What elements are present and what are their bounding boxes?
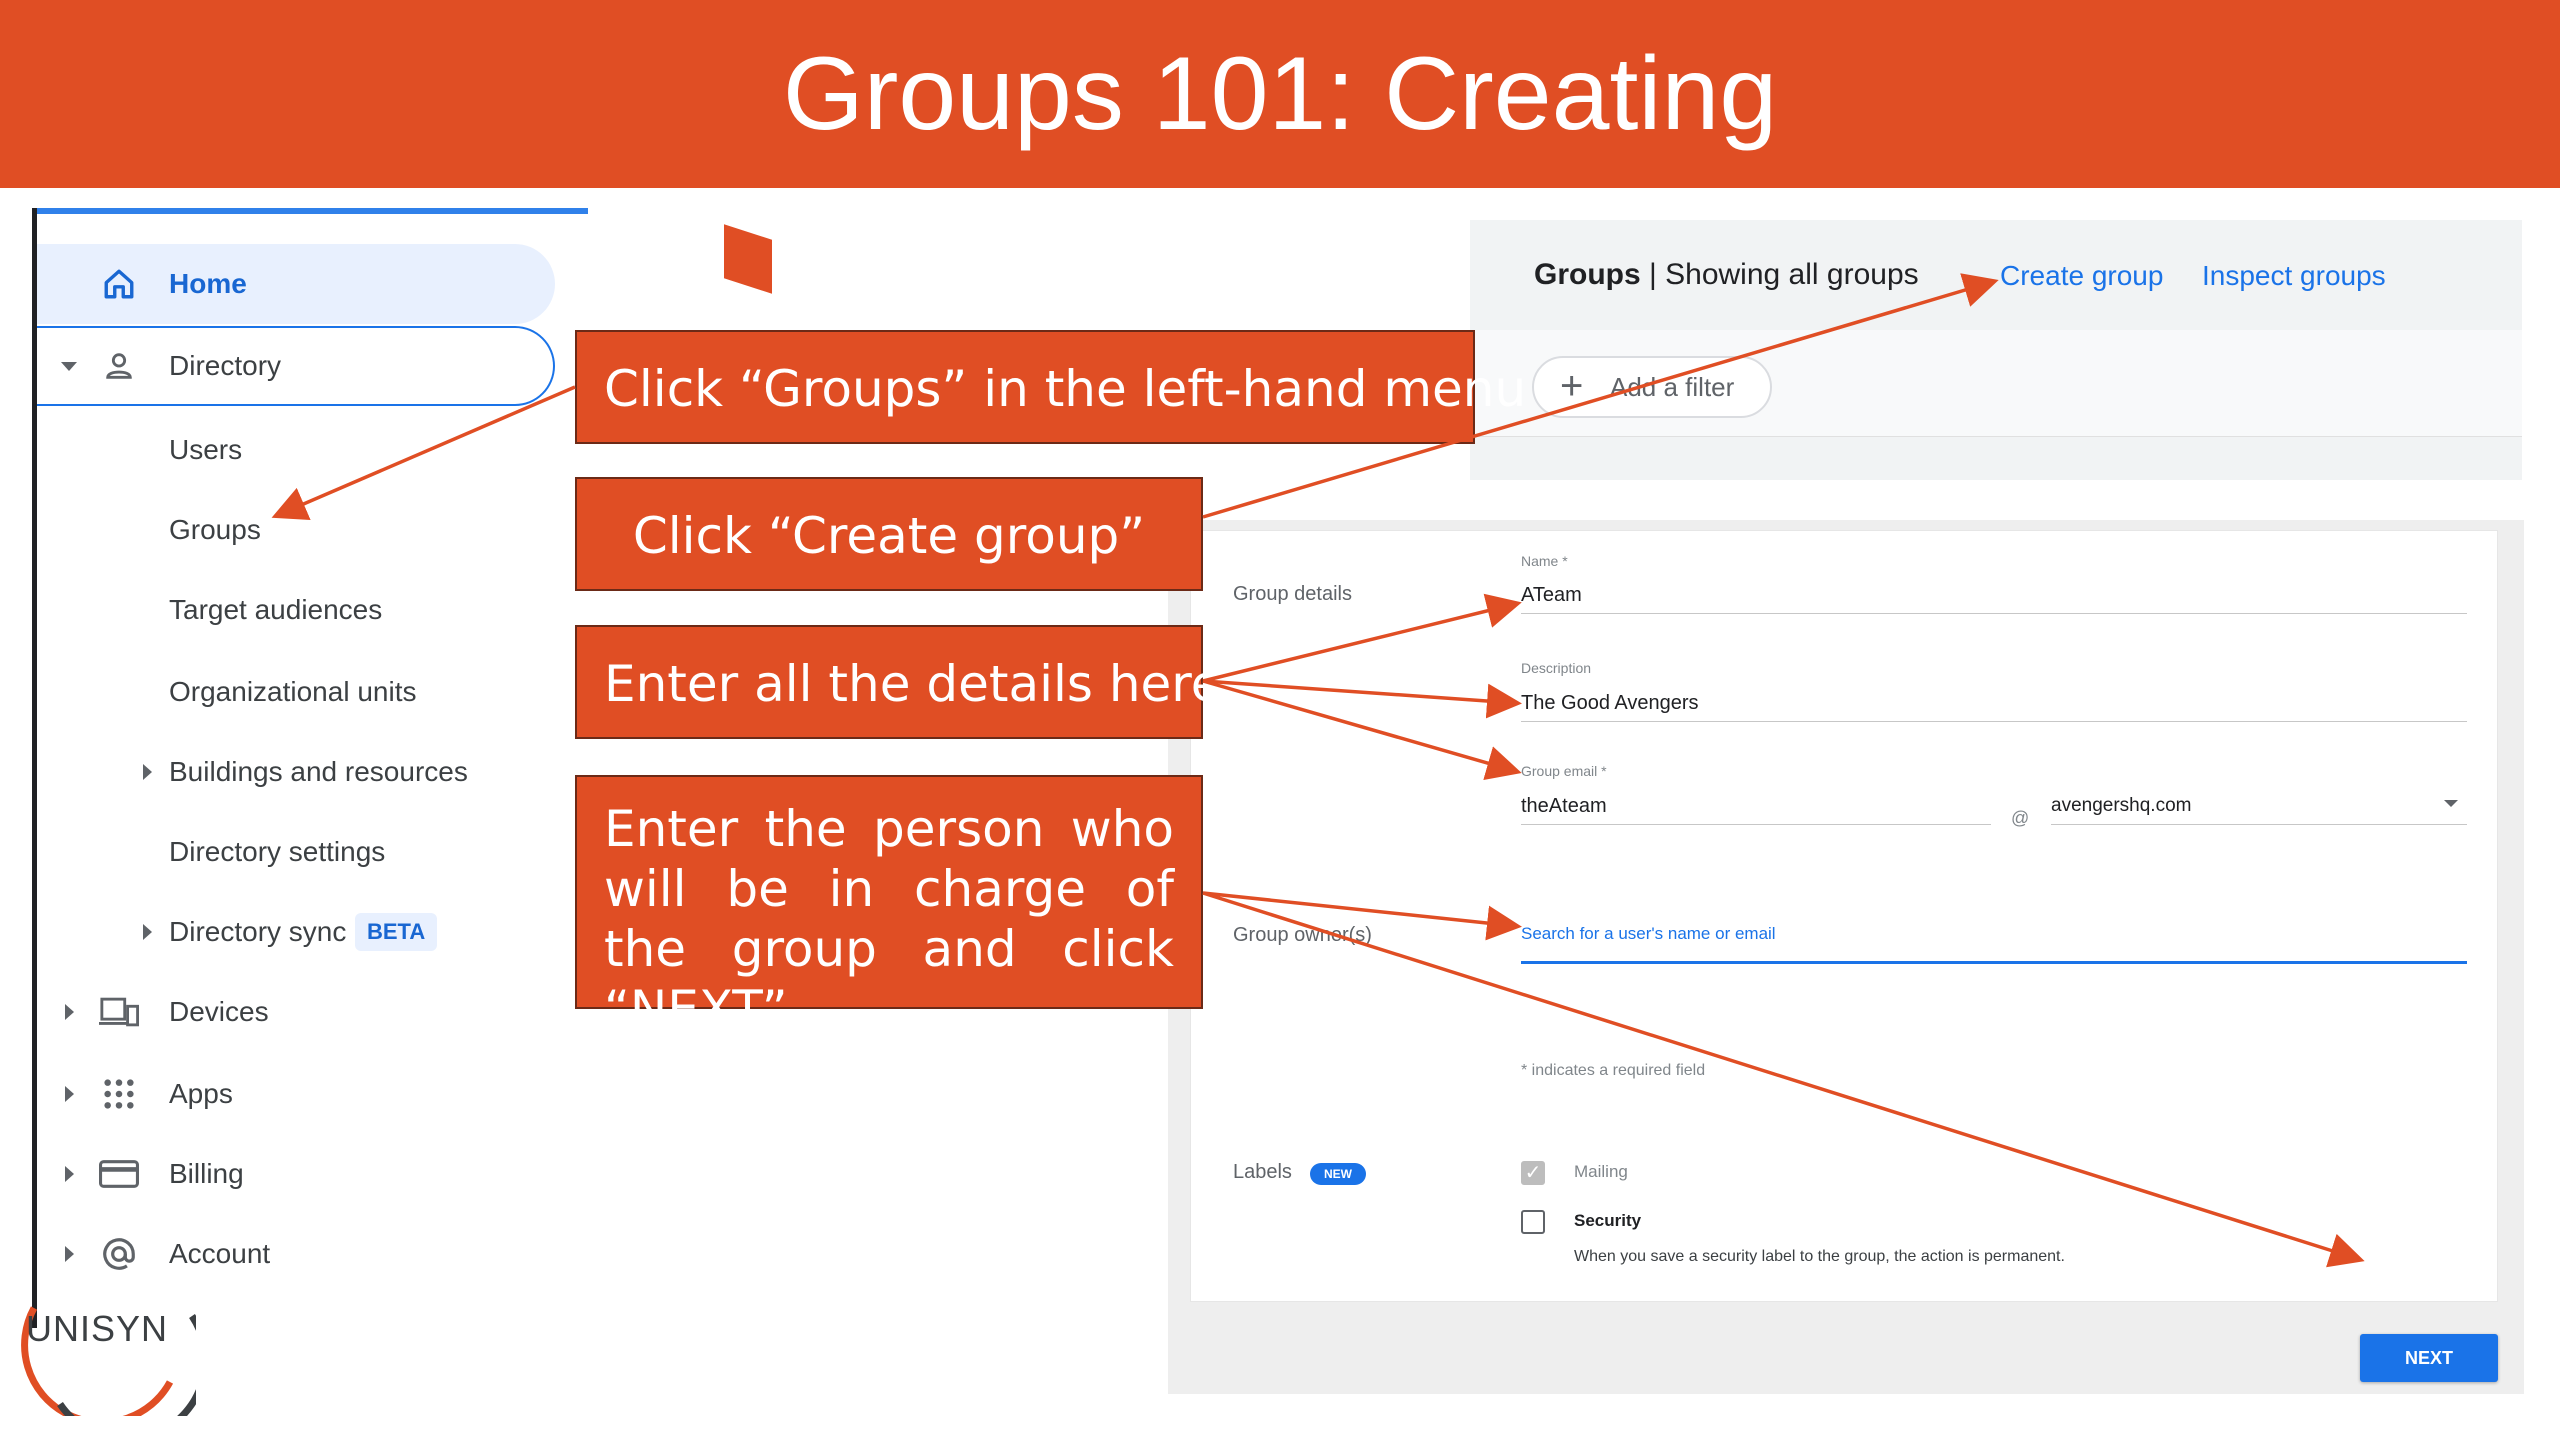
- group-email-field[interactable]: theAteam: [1521, 795, 1607, 818]
- sidebar-item-label: Users: [169, 434, 243, 465]
- sidebar-item-label: Groups: [169, 514, 261, 545]
- callout-enter-owner: Enter the person who will be in charge o…: [575, 775, 1203, 1038]
- group-email-field-label: Group email *: [1521, 763, 1607, 779]
- at-sign: @: [2011, 808, 2030, 828]
- add-filter-label: Add a filter: [1610, 372, 1735, 402]
- sidebar-item-label: Directory: [169, 350, 282, 381]
- sidebar-item-users[interactable]: Users: [37, 410, 555, 490]
- sidebar-item-label: Devices: [169, 996, 269, 1027]
- sidebar-item-home[interactable]: Home: [37, 244, 555, 324]
- sidebar-item-directory-sync[interactable]: Directory sync BETA: [37, 892, 555, 972]
- person-icon: [99, 346, 139, 386]
- group-details-heading: Group details: [1233, 583, 1352, 605]
- sidebar-item-organizational-units[interactable]: Organizational units: [37, 652, 555, 732]
- security-label: Security: [1574, 1211, 1642, 1230]
- inspect-groups-link[interactable]: Inspect groups: [2202, 260, 2386, 292]
- group-email-underline: [1521, 824, 1991, 825]
- logo-wordmark: UNISYN: [26, 1308, 169, 1349]
- chevron-right-icon: [65, 1004, 74, 1020]
- sidebar-item-label: Directory sync: [169, 916, 347, 947]
- next-button[interactable]: NEXT: [2360, 1334, 2498, 1382]
- sidebar-item-apps[interactable]: Apps: [37, 1054, 555, 1134]
- dropdown-caret-icon[interactable]: [2444, 800, 2458, 807]
- unisyn-logo: [21, 1306, 196, 1416]
- callout-click-groups: Click “Groups” in the left-hand menu: [575, 330, 1526, 444]
- sidebar-item-billing[interactable]: Billing: [37, 1134, 555, 1214]
- group-owners-heading: Group owner(s): [1233, 924, 1372, 946]
- chevron-right-icon: [143, 764, 152, 780]
- create-group-form: [1190, 530, 2498, 1302]
- sidebar-item-buildings-and-resources[interactable]: Buildings and resources: [37, 732, 555, 812]
- required-field-note: * indicates a required field: [1521, 1062, 1706, 1079]
- beta-badge: BETA: [355, 913, 438, 951]
- owner-search-underline: [1521, 961, 2467, 964]
- groups-table-header: [1470, 436, 2522, 480]
- plus-icon: +: [1560, 364, 1584, 408]
- description-field-label: Description: [1521, 660, 1592, 676]
- chevron-down-icon: [61, 361, 77, 371]
- sidebar-item-label: Directory settings: [169, 836, 386, 867]
- chevron-right-icon: [65, 1246, 74, 1262]
- security-note: When you save a security label to the gr…: [1574, 1248, 2065, 1265]
- at-sign-icon: [99, 1234, 139, 1274]
- apps-grid-icon: [99, 1074, 139, 1114]
- chevron-right-icon: [65, 1166, 74, 1182]
- name-field[interactable]: ATeam: [1521, 584, 1582, 607]
- labels-heading: Labels: [1233, 1161, 1292, 1183]
- chevron-right-icon: [65, 1086, 74, 1102]
- name-field-label: Name *: [1521, 553, 1568, 569]
- sidebar-item-account[interactable]: Account: [37, 1214, 555, 1294]
- sidebar-item-label: Target audiences: [169, 594, 383, 625]
- admin-sidebar: Home Directory Users Groups Target audie…: [32, 208, 588, 1328]
- sidebar-item-label: Account: [169, 1238, 271, 1269]
- security-checkbox[interactable]: [1521, 1210, 1545, 1234]
- sidebar-item-label: Organizational units: [169, 676, 417, 707]
- sidebar-item-groups[interactable]: Groups: [37, 490, 555, 570]
- description-field[interactable]: The Good Avengers: [1521, 692, 1699, 715]
- description-field-underline: [1521, 721, 2467, 722]
- sidebar-item-devices[interactable]: Devices: [37, 972, 555, 1052]
- domain-select-underline: [2051, 824, 2467, 825]
- sidebar-item-label: Buildings and resources: [169, 756, 468, 787]
- sidebar-item-label: Billing: [169, 1158, 244, 1189]
- sidebar-item-target-audiences[interactable]: Target audiences: [37, 570, 555, 650]
- sidebar-item-label: Home: [169, 268, 247, 299]
- name-field-underline: [1521, 613, 2467, 614]
- mailing-label: Mailing: [1574, 1162, 1628, 1181]
- decorative-shape: [724, 224, 772, 294]
- devices-icon: [99, 992, 139, 1032]
- owner-search-input[interactable]: Search for a user's name or email: [1521, 924, 1776, 944]
- sidebar-item-label: Apps: [169, 1078, 233, 1109]
- sidebar-item-directory[interactable]: Directory: [37, 326, 555, 406]
- domain-select[interactable]: avengershq.com: [2051, 795, 2191, 817]
- new-badge: NEW: [1310, 1163, 1366, 1185]
- callout-click-create-group: Click “Create group”: [575, 477, 1203, 591]
- create-group-link[interactable]: Create group: [2000, 260, 2163, 292]
- callout-enter-details: Enter all the details here: [575, 625, 1222, 739]
- sidebar-item-directory-settings[interactable]: Directory settings: [37, 812, 555, 892]
- chevron-right-icon: [143, 924, 152, 940]
- mailing-checkbox[interactable]: ✓: [1521, 1161, 1545, 1185]
- credit-card-icon: [99, 1154, 139, 1194]
- home-icon: [99, 264, 139, 304]
- slide-title: Groups 101: Creating: [782, 36, 1778, 152]
- groups-page-title: Groups | Showing all groups: [1534, 258, 1919, 291]
